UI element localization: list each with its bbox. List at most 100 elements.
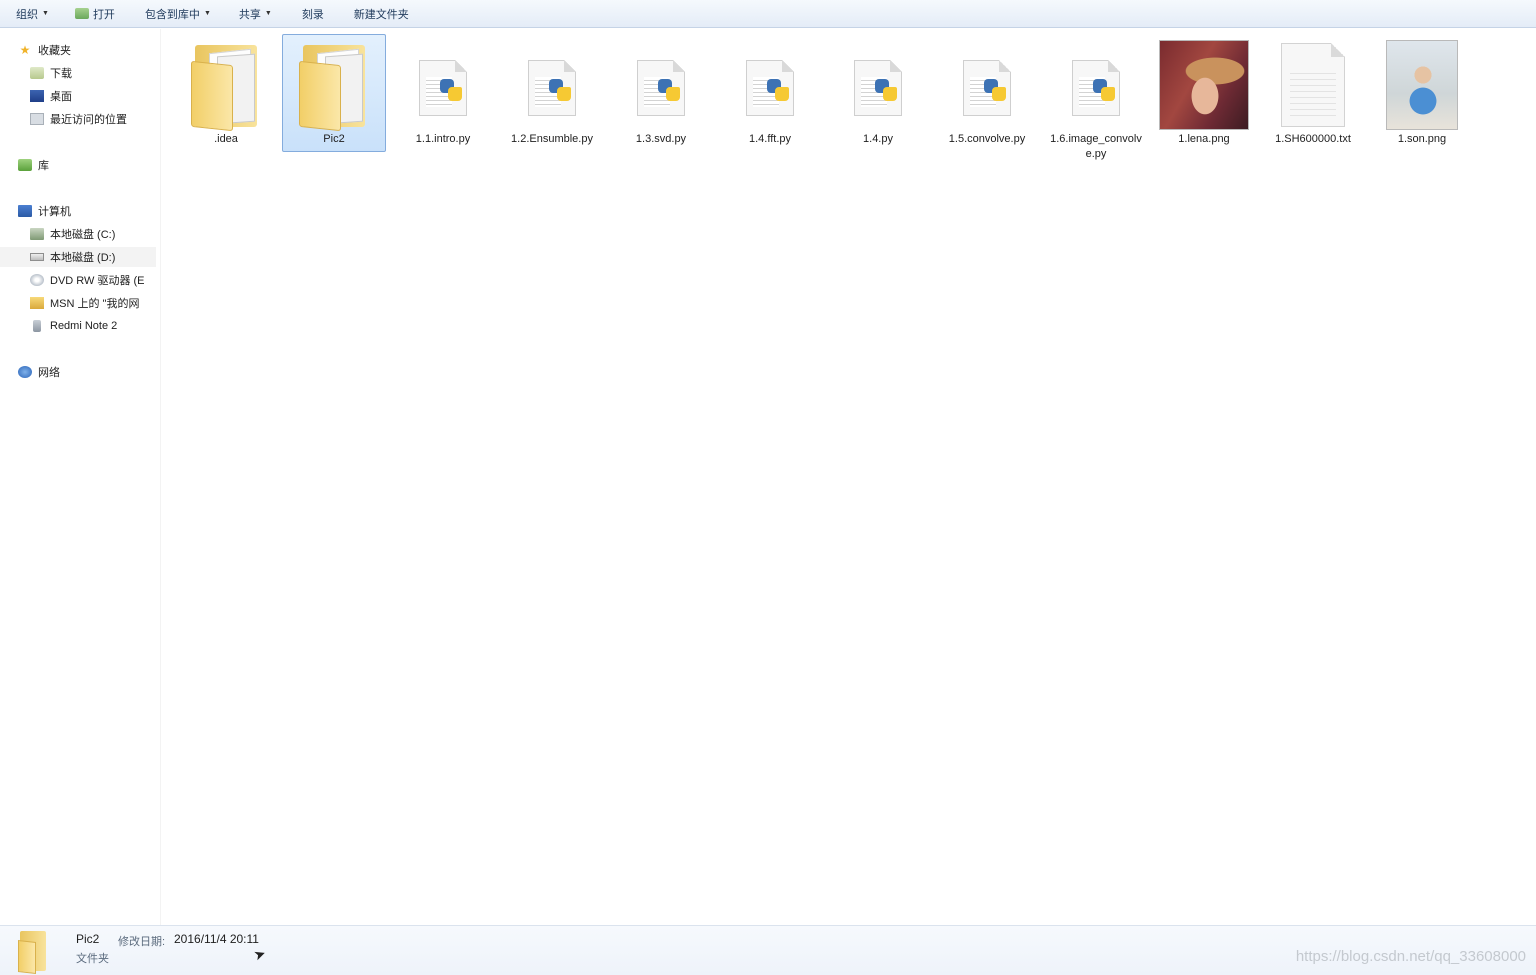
dvd-drive-icon bbox=[30, 274, 44, 286]
burn-button[interactable]: 刻录 bbox=[294, 3, 332, 25]
folder-thumbnail bbox=[288, 38, 380, 132]
command-bar: 组织 ▼ 打开 包含到库中 ▼ 共享 ▼ 刻录 新建文件夹 bbox=[0, 0, 1536, 28]
nav-label: Redmi Note 2 bbox=[50, 320, 118, 332]
file-name: 1.2.Ensumble.py bbox=[511, 133, 593, 145]
image-thumbnail bbox=[1386, 40, 1458, 130]
nav-redmi[interactable]: Redmi Note 2 bbox=[30, 316, 117, 336]
chevron-down-icon: ▼ bbox=[264, 10, 272, 17]
folder-icon bbox=[299, 41, 369, 132]
system-drive-icon bbox=[30, 228, 44, 240]
file-name: 1.4.py bbox=[863, 133, 893, 145]
details-type: 文件夹 bbox=[76, 953, 109, 965]
nav-label: 桌面 bbox=[50, 91, 72, 103]
nav-label: 最近访问的位置 bbox=[50, 114, 127, 126]
modified-value: 2016/11/4 20:11 bbox=[174, 932, 259, 946]
organize-button[interactable]: 组织 ▼ bbox=[8, 3, 57, 25]
phone-icon bbox=[33, 320, 41, 332]
nav-label: MSN 上的 "我的网 bbox=[50, 298, 140, 310]
text-file-icon bbox=[1281, 43, 1345, 127]
open-icon bbox=[74, 8, 89, 19]
nav-label: 下载 bbox=[50, 68, 72, 80]
nav-msn[interactable]: MSN 上的 "我的网 bbox=[30, 293, 156, 313]
nav-label: 本地磁盘 (C:) bbox=[50, 229, 116, 241]
python-file-icon bbox=[1072, 60, 1120, 116]
nav-label: DVD RW 驱动器 (E bbox=[50, 275, 145, 287]
file-thumbnail bbox=[1158, 38, 1250, 132]
file-tile[interactable]: .idea bbox=[174, 34, 278, 152]
file-tile[interactable]: 1.4.py bbox=[826, 34, 930, 152]
file-thumbnail bbox=[1267, 38, 1359, 132]
watermark: https://blog.csdn.net/qq_33608000 bbox=[1295, 948, 1526, 965]
file-tile[interactable]: Pic2 bbox=[282, 34, 386, 152]
file-name: 1.3.svd.py bbox=[635, 133, 687, 145]
folder-thumbnail bbox=[180, 38, 272, 132]
file-tile[interactable]: 1.2.Ensumble.py bbox=[500, 34, 604, 152]
folder-icon bbox=[30, 297, 44, 309]
new-folder-label: 新建文件夹 bbox=[353, 8, 409, 21]
file-thumbnail bbox=[832, 38, 924, 132]
file-tile[interactable]: 1.son.png bbox=[1370, 34, 1474, 152]
file-tile[interactable]: 1.1.intro.py bbox=[391, 34, 495, 152]
file-name: Pic2 bbox=[323, 133, 345, 145]
include-in-library-button[interactable]: 包含到库中 ▼ bbox=[137, 3, 219, 25]
nav-recent-places[interactable]: 最近访问的位置 bbox=[30, 109, 127, 129]
image-thumbnail bbox=[1159, 40, 1249, 130]
file-name: 1.son.png bbox=[1397, 133, 1447, 145]
chevron-down-icon: ▼ bbox=[42, 10, 49, 17]
star-icon: ★ bbox=[19, 43, 31, 57]
network-icon bbox=[18, 366, 32, 378]
share-button[interactable]: 共享 ▼ bbox=[231, 3, 280, 25]
share-label: 共享 bbox=[238, 8, 261, 21]
file-view: .idea Pic2 1.1.intro.py 1.2.Ensumble.py … bbox=[176, 34, 1526, 914]
file-tile[interactable]: 1.SH600000.txt bbox=[1261, 34, 1365, 152]
file-tile[interactable]: 1.6.image_convolve.py bbox=[1044, 34, 1148, 170]
file-tile[interactable]: 1.lena.png bbox=[1152, 34, 1256, 152]
downloads-icon bbox=[30, 67, 44, 79]
file-tile[interactable]: 1.3.svd.py bbox=[609, 34, 713, 152]
drive-icon bbox=[30, 253, 44, 261]
file-tile[interactable]: 1.5.convolve.py bbox=[935, 34, 1039, 152]
file-name: 1.4.fft.py bbox=[749, 133, 791, 145]
python-file-icon bbox=[528, 60, 576, 116]
desktop-icon bbox=[30, 90, 44, 102]
nav-libraries[interactable]: 库 bbox=[18, 155, 49, 175]
navigation-pane: ★ 收藏夹 下载 桌面 最近访问的位置 库 计算机 本地磁盘 (C:) 本地磁盘… bbox=[0, 29, 161, 925]
open-button[interactable]: 打开 bbox=[67, 3, 123, 25]
nav-downloads[interactable]: 下载 bbox=[30, 63, 72, 83]
nav-label: 网络 bbox=[38, 367, 60, 379]
new-folder-button[interactable]: 新建文件夹 bbox=[346, 3, 417, 25]
python-file-icon bbox=[854, 60, 902, 116]
burn-label: 刻录 bbox=[301, 8, 324, 21]
nav-label: 计算机 bbox=[38, 206, 71, 218]
file-thumbnail bbox=[724, 38, 816, 132]
modified-label: 修改日期: bbox=[118, 936, 166, 948]
file-tile[interactable]: 1.4.fft.py bbox=[718, 34, 822, 152]
python-file-icon bbox=[637, 60, 685, 116]
file-name: 1.1.intro.py bbox=[415, 133, 471, 145]
computer-icon bbox=[18, 205, 32, 217]
python-file-icon bbox=[746, 60, 794, 116]
include-in-library-label: 包含到库中 bbox=[144, 8, 200, 21]
file-thumbnail bbox=[506, 38, 598, 132]
nav-computer[interactable]: 计算机 bbox=[18, 201, 71, 221]
nav-drive-c[interactable]: 本地磁盘 (C:) bbox=[30, 224, 115, 244]
python-file-icon bbox=[419, 60, 467, 116]
nav-label: 库 bbox=[38, 160, 49, 172]
nav-label: 本地磁盘 (D:) bbox=[50, 252, 116, 264]
nav-favorites[interactable]: ★ 收藏夹 bbox=[18, 40, 71, 60]
file-thumbnail bbox=[1376, 38, 1468, 132]
file-name: 1.lena.png bbox=[1178, 133, 1230, 145]
mouse-cursor-icon: ➤ bbox=[251, 944, 268, 964]
organize-label: 组织 bbox=[16, 8, 38, 21]
file-name: 1.6.image_convolve.py bbox=[1050, 133, 1142, 160]
nav-label: 收藏夹 bbox=[38, 45, 71, 57]
nav-desktop[interactable]: 桌面 bbox=[30, 86, 72, 106]
nav-dvd-drive[interactable]: DVD RW 驱动器 (E bbox=[30, 270, 156, 290]
nav-drive-d[interactable]: 本地磁盘 (D:) bbox=[0, 247, 156, 267]
nav-network[interactable]: 网络 bbox=[18, 362, 60, 382]
file-name: 1.5.convolve.py bbox=[948, 133, 1026, 145]
file-name: .idea bbox=[214, 133, 238, 145]
python-file-icon bbox=[963, 60, 1011, 116]
open-label: 打开 bbox=[92, 8, 115, 21]
details-pane: Pic2 修改日期: 2016/11/4 20:11 文件夹 ➤ https:/… bbox=[0, 925, 1536, 975]
